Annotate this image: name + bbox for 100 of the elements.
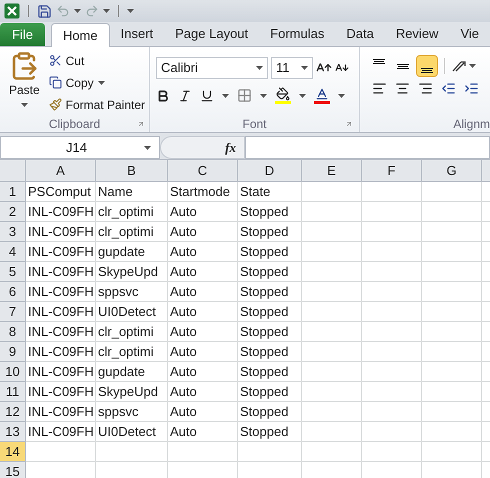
row-header[interactable]: 11 <box>0 382 26 402</box>
table-cell <box>362 182 422 202</box>
table-cell <box>168 442 238 462</box>
row-header[interactable]: 6 <box>0 282 26 302</box>
table-cell <box>362 262 422 282</box>
table-cell: Auto <box>168 362 238 382</box>
table-cell: State <box>238 182 302 202</box>
table-cell: INL-C09FH <box>26 382 96 402</box>
table-cell <box>26 442 96 462</box>
table-cell: UI0Detect <box>96 302 168 322</box>
increase-indent-icon[interactable] <box>464 81 479 96</box>
table-cell <box>302 182 362 202</box>
table-cell: Stopped <box>238 322 302 342</box>
font-size-field[interactable]: 11 <box>271 57 313 79</box>
column-header[interactable]: B <box>96 160 168 182</box>
name-box[interactable]: J14 <box>0 136 160 159</box>
paintbrush-icon <box>48 98 62 111</box>
underline-icon[interactable] <box>200 88 214 102</box>
cut-button[interactable]: Cut <box>48 51 145 70</box>
caret-icon <box>144 146 151 150</box>
row-header[interactable]: 4 <box>0 242 26 262</box>
ribbon-tab[interactable]: Data <box>335 22 385 46</box>
save-icon[interactable] <box>37 4 52 18</box>
row-header[interactable]: 3 <box>0 222 26 242</box>
table-cell <box>302 302 362 322</box>
ribbon-tab[interactable]: Review <box>384 22 450 46</box>
row-header[interactable]: 10 <box>0 362 26 382</box>
table-cell <box>302 242 362 262</box>
bottom-align-button[interactable] <box>416 55 438 77</box>
table-cell: sppsvc <box>96 402 168 422</box>
table-cell: Auto <box>168 402 238 422</box>
row-header[interactable]: 5 <box>0 262 26 282</box>
table-cell <box>362 422 422 442</box>
column-header[interactable]: D <box>238 160 302 182</box>
ribbon-tab[interactable]: Insert <box>110 22 164 46</box>
table-cell: Stopped <box>238 382 302 402</box>
column-header[interactable]: A <box>26 160 96 182</box>
table-cell: INL-C09FH <box>26 262 96 282</box>
paste-button[interactable]: Paste <box>4 51 45 116</box>
row-header[interactable]: 9 <box>0 342 26 362</box>
table-cell <box>302 202 362 222</box>
column-header[interactable]: G <box>422 160 482 182</box>
table-cell <box>302 262 362 282</box>
font-color-icon[interactable] <box>314 87 330 104</box>
ribbon-tab[interactable]: Formulas <box>259 22 336 46</box>
decrease-indent-icon[interactable] <box>441 81 456 96</box>
table-cell: INL-C09FH <box>26 302 96 322</box>
caret-icon <box>338 94 345 98</box>
fill-color-icon[interactable] <box>275 87 291 104</box>
copy-icon <box>48 76 62 89</box>
table-cell <box>302 342 362 362</box>
row-header[interactable]: 2 <box>0 202 26 222</box>
copy-button[interactable]: Copy <box>48 73 145 92</box>
insert-function-button[interactable]: fx <box>225 138 236 158</box>
table-cell: INL-C09FH <box>26 242 96 262</box>
row-header[interactable]: 1 <box>0 182 26 202</box>
caret-icon <box>256 66 263 70</box>
row-header[interactable]: 14 <box>0 442 26 462</box>
table-cell: SkypeUpd <box>96 262 168 282</box>
spreadsheet-app-icon[interactable] <box>4 3 20 19</box>
border-icon[interactable] <box>237 88 252 103</box>
format-painter-button[interactable]: Format Painter <box>48 95 145 114</box>
row-header[interactable]: 7 <box>0 302 26 322</box>
table-cell: clr_optimi <box>96 342 168 362</box>
align-right-icon[interactable] <box>418 81 433 96</box>
row-header[interactable]: 15 <box>0 462 26 478</box>
table-cell: INL-C09FH <box>26 422 96 442</box>
align-left-icon[interactable] <box>372 81 387 96</box>
formula-input[interactable] <box>245 136 490 159</box>
table-cell: Name <box>96 182 168 202</box>
row-header[interactable]: 8 <box>0 322 26 342</box>
align-center-icon[interactable] <box>395 81 410 96</box>
table-cell: Auto <box>168 202 238 222</box>
table-cell: Stopped <box>238 202 302 222</box>
table-cell: UI0Detect <box>96 422 168 442</box>
table-cell: Stopped <box>238 402 302 422</box>
row-header[interactable]: 12 <box>0 402 26 422</box>
row-header[interactable]: 13 <box>0 422 26 442</box>
table-cell: gupdate <box>96 362 168 382</box>
table-cell: Auto <box>168 302 238 322</box>
file-tab[interactable]: File <box>0 23 45 46</box>
column-header[interactable]: E <box>302 160 362 182</box>
dialog-launcher-icon[interactable] <box>137 120 145 128</box>
ribbon-tab[interactable]: Vie <box>449 22 490 46</box>
font-name-field[interactable]: Calibri <box>156 57 268 79</box>
dialog-launcher-icon[interactable] <box>345 120 353 128</box>
text-orientation-icon[interactable] <box>451 59 467 73</box>
italic-icon[interactable] <box>178 88 192 102</box>
table-cell: clr_optimi <box>96 222 168 242</box>
column-header[interactable]: F <box>362 160 422 182</box>
bold-icon[interactable] <box>156 88 170 102</box>
column-header[interactable]: C <box>168 160 238 182</box>
table-cell: INL-C09FH <box>26 202 96 222</box>
ribbon-tab[interactable]: Home <box>50 23 110 47</box>
table-cell <box>362 242 422 262</box>
ribbon-tab[interactable]: Page Layout <box>164 22 260 46</box>
middle-align-icon <box>397 64 409 68</box>
table-cell: clr_optimi <box>96 202 168 222</box>
table-cell: Stopped <box>238 282 302 302</box>
caret-icon <box>469 64 476 68</box>
